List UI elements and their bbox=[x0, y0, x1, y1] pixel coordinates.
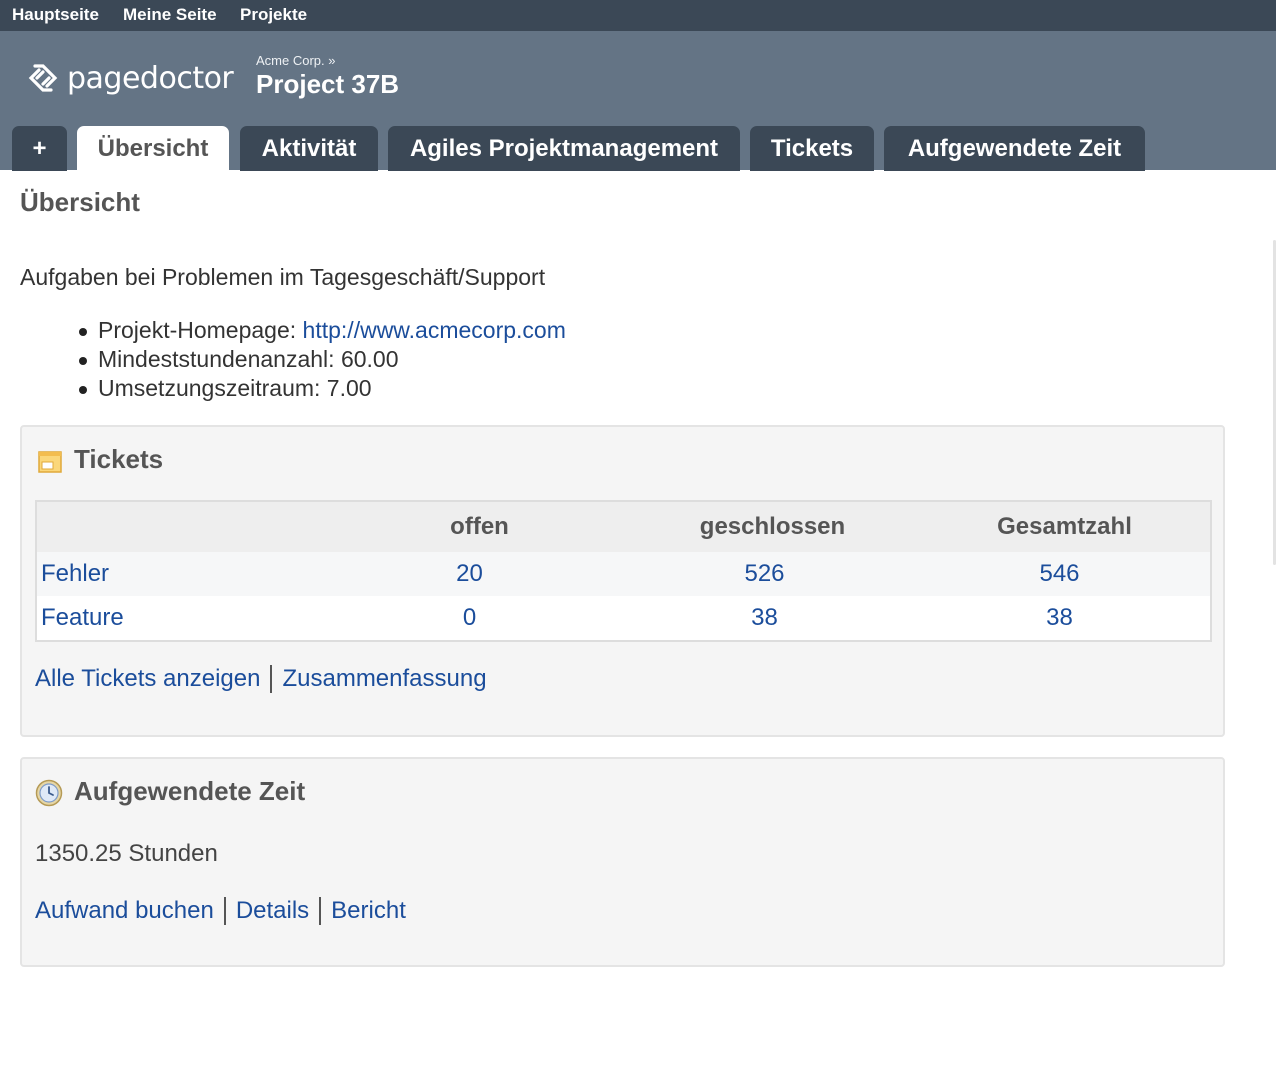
tickets-box: Tickets offen geschlossen Gesamtzahl Feh… bbox=[20, 425, 1225, 737]
project-title: Project 37B bbox=[256, 69, 400, 99]
logo-text: pagedoctor bbox=[67, 60, 234, 96]
table-row: Feature 0 38 38 bbox=[37, 596, 1210, 640]
tracker-link[interactable]: Fehler bbox=[41, 560, 109, 588]
open-count-link[interactable]: 0 bbox=[463, 604, 476, 632]
tab-tickets[interactable]: Tickets bbox=[750, 126, 874, 171]
tab-overview[interactable]: Übersicht bbox=[77, 126, 229, 171]
spent-time-links: Aufwand buchen Details Bericht bbox=[35, 897, 406, 925]
project-info-list: Projekt-Homepage: http://www.acmecorp.co… bbox=[76, 316, 566, 403]
min-hours-text: Mindeststundenanzahl: 60.00 bbox=[98, 346, 399, 372]
column-header-total: Gesamtzahl bbox=[997, 513, 1132, 540]
all-tickets-link[interactable]: Alle Tickets anzeigen bbox=[35, 665, 260, 693]
log-time-link[interactable]: Aufwand buchen bbox=[35, 897, 214, 925]
top-menu-projects-link[interactable]: Projekte bbox=[240, 5, 307, 25]
tickets-box-title: Tickets bbox=[74, 444, 164, 474]
spent-hours: 1350.25 Stunden bbox=[35, 840, 218, 867]
tab-activity[interactable]: Aktivität bbox=[240, 126, 378, 171]
clock-icon bbox=[35, 779, 63, 807]
details-link[interactable]: Details bbox=[236, 897, 309, 925]
tracker-link[interactable]: Feature bbox=[41, 604, 124, 632]
tab-new-object[interactable]: + bbox=[12, 126, 67, 171]
header: pagedoctor Acme Corp. » Project 37B + Üb… bbox=[0, 31, 1276, 171]
homepage-link[interactable]: http://www.acmecorp.com bbox=[303, 317, 566, 343]
spent-time-box: Aufgewendete Zeit 1350.25 Stunden Aufwan… bbox=[20, 757, 1225, 967]
list-item: Projekt-Homepage: http://www.acmecorp.co… bbox=[76, 316, 566, 345]
top-menu-home-link[interactable]: Hauptseite bbox=[12, 5, 99, 25]
summary-link[interactable]: Zusammenfassung bbox=[282, 665, 486, 693]
period-text: Umsetzungszeitraum: 7.00 bbox=[98, 375, 372, 401]
spent-time-box-title: Aufgewendete Zeit bbox=[74, 776, 306, 806]
table-row: Fehler 20 526 546 bbox=[37, 552, 1210, 596]
homepage-label: Projekt-Homepage: bbox=[98, 317, 303, 343]
logo[interactable]: pagedoctor bbox=[26, 55, 234, 101]
list-item: Mindeststundenanzahl: 60.00 bbox=[76, 345, 566, 374]
report-link[interactable]: Bericht bbox=[331, 897, 406, 925]
divider bbox=[270, 665, 273, 693]
list-item: Umsetzungszeitraum: 7.00 bbox=[76, 374, 566, 403]
tab-time-entries[interactable]: Aufgewendete Zeit bbox=[884, 126, 1145, 171]
tickets-links: Alle Tickets anzeigen Zusammenfassung bbox=[35, 665, 487, 693]
table-header-row: offen geschlossen Gesamtzahl bbox=[37, 502, 1210, 552]
divider bbox=[223, 897, 226, 925]
page-title: Übersicht bbox=[20, 187, 140, 217]
total-count-link[interactable]: 38 bbox=[1046, 604, 1073, 632]
closed-count-link[interactable]: 526 bbox=[744, 560, 784, 588]
tickets-table: offen geschlossen Gesamtzahl Fehler 20 5… bbox=[35, 500, 1212, 642]
main-content: Übersicht Aufgaben bei Problemen im Tage… bbox=[0, 170, 1276, 1080]
top-menu: Hauptseite Meine Seite Projekte bbox=[0, 0, 1276, 31]
column-header-closed: geschlossen bbox=[699, 513, 846, 540]
closed-count-link[interactable]: 38 bbox=[751, 604, 778, 632]
breadcrumb[interactable]: Acme Corp. » bbox=[256, 53, 335, 68]
column-header-open: offen bbox=[450, 513, 509, 540]
tab-agile[interactable]: Agiles Projektmanagement bbox=[388, 126, 740, 171]
divider bbox=[319, 897, 322, 925]
open-count-link[interactable]: 20 bbox=[456, 560, 483, 588]
project-description: Aufgaben bei Problemen im Tagesgeschäft/… bbox=[20, 264, 546, 290]
ticket-icon bbox=[38, 451, 62, 473]
top-menu-my-page-link[interactable]: Meine Seite bbox=[123, 5, 217, 25]
pagedoctor-logo-icon bbox=[28, 64, 58, 92]
total-count-link[interactable]: 546 bbox=[1039, 560, 1079, 588]
